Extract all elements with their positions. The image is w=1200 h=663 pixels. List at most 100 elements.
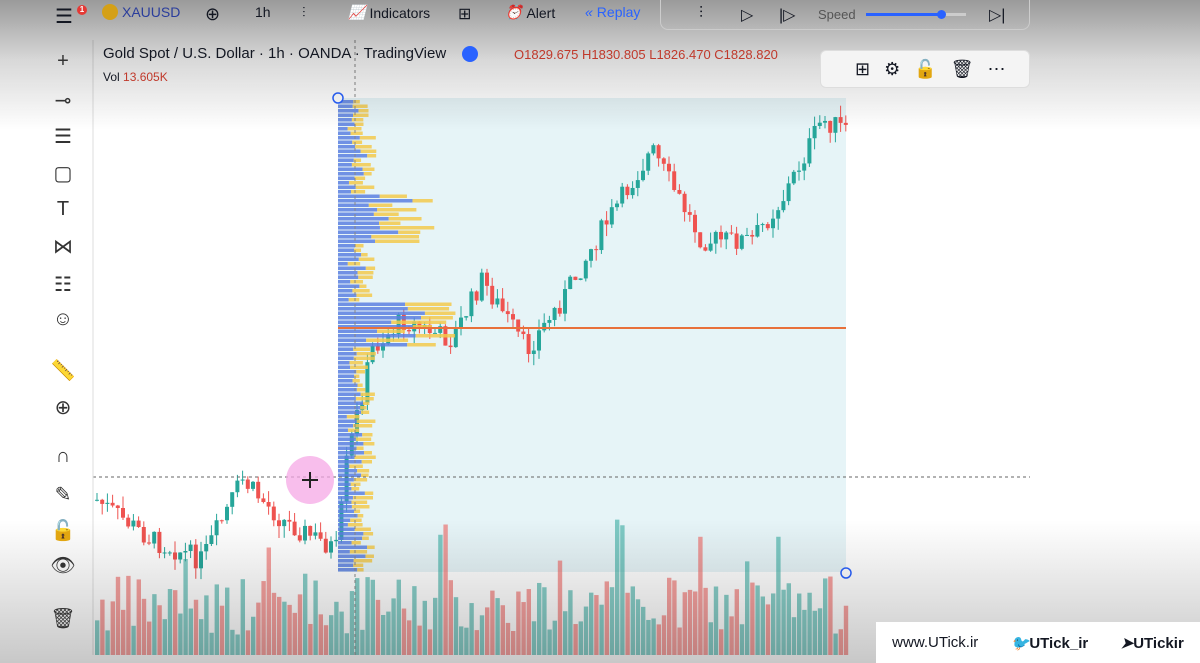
volume-bar bbox=[687, 589, 693, 655]
profile-bar-down bbox=[357, 568, 364, 572]
profile-bar-up bbox=[338, 424, 354, 428]
candle bbox=[729, 232, 734, 234]
profile-bar-down bbox=[350, 365, 368, 369]
profile-bar-down bbox=[361, 460, 372, 464]
horizontal-line-icon[interactable]: ⊸ bbox=[48, 88, 78, 113]
candle bbox=[485, 272, 489, 286]
volume-bar bbox=[698, 536, 703, 655]
crosshair-icon[interactable]: + bbox=[48, 50, 78, 73]
emoji-icon[interactable]: ☺ bbox=[48, 308, 78, 331]
replay-mode-icon[interactable] bbox=[462, 46, 479, 63]
trash-icon[interactable]: 🗑 bbox=[48, 606, 78, 631]
volume-bar bbox=[677, 627, 682, 655]
eye-icon[interactable]: 👁 bbox=[48, 553, 78, 578]
profile-bar-down bbox=[354, 122, 364, 126]
menu-icon[interactable]: ☰ 1 bbox=[55, 4, 87, 29]
pattern-icon[interactable]: ⋈ bbox=[48, 234, 78, 259]
symbol-search-button[interactable]: XAUUSD bbox=[102, 4, 180, 20]
volume-bar bbox=[318, 614, 323, 655]
profile-bar-up bbox=[338, 392, 361, 396]
candle bbox=[568, 276, 573, 290]
indicators-button[interactable]: 📈 Indicators bbox=[348, 4, 430, 21]
lock-icon[interactable]: 🔓 bbox=[914, 59, 936, 80]
low-value: L1826.470 bbox=[649, 47, 711, 62]
volume-bar bbox=[235, 634, 240, 655]
volume-bar bbox=[563, 611, 568, 655]
candle bbox=[240, 479, 245, 481]
magnet-icon[interactable]: ∩ bbox=[48, 445, 78, 468]
profile-bar-down bbox=[350, 518, 362, 522]
text-icon[interactable]: T bbox=[48, 198, 78, 221]
candle bbox=[251, 481, 255, 489]
drawing-object-toolbar: ⊞ ⚙ 🔓 🗑 ⋯ bbox=[820, 50, 1030, 88]
profile-bar-up bbox=[338, 176, 355, 180]
volume-bar bbox=[557, 560, 563, 655]
candle bbox=[651, 145, 656, 154]
profile-bar-up bbox=[338, 464, 350, 468]
settings-icon[interactable]: ⚙ bbox=[884, 59, 900, 80]
candle bbox=[547, 319, 552, 323]
profile-bar-up bbox=[338, 302, 406, 306]
step-forward-icon[interactable]: |▷ bbox=[779, 5, 795, 25]
profile-bar-up bbox=[338, 158, 354, 162]
profile-bar-up bbox=[338, 523, 348, 527]
profile-bar-up bbox=[338, 289, 353, 293]
profile-bar-down bbox=[357, 469, 370, 473]
alert-button[interactable]: ⏰ Alert bbox=[505, 4, 555, 21]
prediction-icon[interactable]: ☷ bbox=[48, 272, 78, 297]
jump-to-realtime-icon[interactable]: ▷| bbox=[989, 5, 1005, 25]
profile-bar-up bbox=[338, 253, 362, 257]
profile-bar-up bbox=[338, 496, 353, 500]
candle bbox=[230, 492, 235, 507]
candle-type-icon[interactable]: ⫶ bbox=[302, 4, 306, 21]
unlock-icon[interactable]: 🔓 bbox=[48, 518, 78, 543]
candle bbox=[563, 289, 567, 314]
profile-bar-up bbox=[338, 455, 355, 459]
profile-bar-down bbox=[353, 559, 373, 563]
volume-bar bbox=[469, 603, 474, 655]
profile-bar-up bbox=[338, 298, 349, 302]
profile-bar-down bbox=[351, 505, 370, 509]
more-icon[interactable]: ⋯ bbox=[988, 59, 1006, 80]
layouts-icon[interactable]: ⊞ bbox=[458, 4, 471, 24]
rectangle-icon[interactable]: ▢ bbox=[48, 161, 78, 186]
play-icon[interactable]: ▷ bbox=[741, 5, 753, 25]
candle bbox=[313, 532, 318, 536]
ruler-icon[interactable]: 📏 bbox=[48, 358, 78, 383]
lock-draw-icon[interactable]: ✎ bbox=[48, 482, 78, 507]
volume-bar bbox=[573, 624, 578, 655]
profile-bar-down bbox=[362, 167, 375, 171]
range-handle-end[interactable] bbox=[840, 567, 852, 579]
volume-bar bbox=[261, 581, 266, 655]
profile-bar-up bbox=[338, 401, 363, 405]
candle bbox=[303, 525, 307, 541]
profile-bar-up bbox=[338, 136, 360, 140]
profile-bar-up bbox=[338, 122, 355, 126]
zoom-in-icon[interactable]: ⊕ bbox=[48, 395, 78, 420]
candle bbox=[786, 183, 791, 202]
profile-bar-down bbox=[347, 428, 360, 432]
candle bbox=[261, 498, 266, 503]
volume-bar bbox=[303, 573, 308, 655]
add-symbol-icon[interactable]: ⊕ bbox=[205, 4, 220, 25]
interval-button[interactable]: 1h bbox=[255, 4, 271, 20]
volume-bar bbox=[105, 630, 110, 655]
profile-bar-down bbox=[412, 199, 433, 203]
profile-bar-down bbox=[363, 172, 372, 176]
range-handle-start[interactable] bbox=[332, 92, 344, 104]
speed-slider[interactable] bbox=[866, 10, 966, 19]
select-bar-icon[interactable]: ⫶ bbox=[699, 5, 703, 23]
volume-bar bbox=[225, 587, 230, 655]
volume-bar bbox=[157, 605, 162, 655]
fib-icon[interactable]: ☰ bbox=[48, 124, 78, 149]
volume-bar bbox=[542, 587, 547, 655]
profile-bar-up bbox=[338, 127, 348, 131]
price-chart[interactable] bbox=[0, 0, 1200, 663]
watermark-telegram: ➤UTickir bbox=[1120, 634, 1184, 652]
profile-bar-up bbox=[338, 154, 368, 158]
template-icon[interactable]: ⊞ bbox=[855, 59, 870, 80]
delete-icon[interactable]: 🗑 bbox=[951, 59, 974, 80]
volume-bar bbox=[739, 624, 745, 655]
profile-bar-down bbox=[424, 311, 456, 315]
replay-button[interactable]: «Replay bbox=[585, 4, 640, 20]
